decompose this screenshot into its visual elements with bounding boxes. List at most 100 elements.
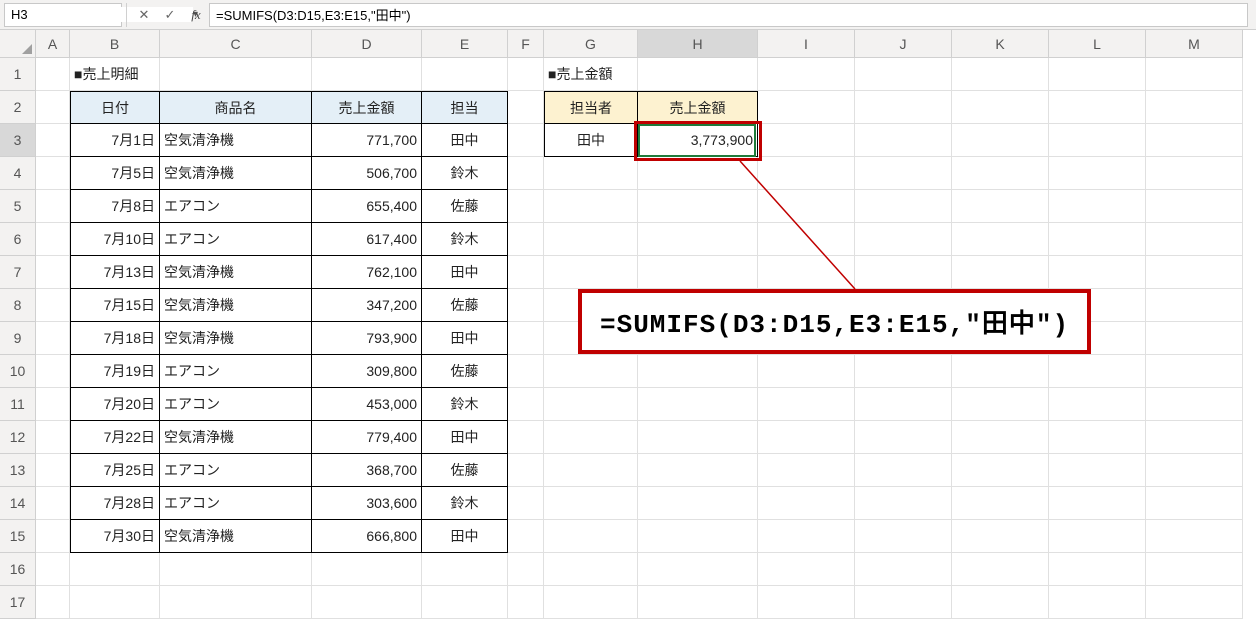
formula-input[interactable] [209, 3, 1248, 27]
cell-K4[interactable] [952, 157, 1049, 190]
cell-K1[interactable] [952, 58, 1049, 91]
cell-J16[interactable] [855, 553, 952, 586]
cell-H10[interactable] [638, 355, 758, 388]
col-header-F[interactable]: F [508, 30, 544, 58]
cell-A16[interactable] [36, 553, 70, 586]
cell-D17[interactable] [312, 586, 422, 619]
cell-I13[interactable] [758, 454, 855, 487]
accept-formula-button[interactable]: ✓ [157, 3, 183, 27]
row-header-5[interactable]: 5 [0, 190, 36, 223]
cell-C10[interactable]: エアコン [160, 355, 312, 388]
cell-M13[interactable] [1146, 454, 1243, 487]
cell-B10[interactable]: 7月19日 [70, 355, 160, 388]
cell-J12[interactable] [855, 421, 952, 454]
cell-E7[interactable]: 田中 [422, 256, 508, 289]
cell-K16[interactable] [952, 553, 1049, 586]
row-header-10[interactable]: 10 [0, 355, 36, 388]
cell-B5[interactable]: 7月8日 [70, 190, 160, 223]
cell-H2[interactable]: 売上金額 [638, 91, 758, 124]
cell-D12[interactable]: 779,400 [312, 421, 422, 454]
cell-E14[interactable]: 鈴木 [422, 487, 508, 520]
cell-E11[interactable]: 鈴木 [422, 388, 508, 421]
cell-A14[interactable] [36, 487, 70, 520]
cell-G14[interactable] [544, 487, 638, 520]
cell-B14[interactable]: 7月28日 [70, 487, 160, 520]
cell-C13[interactable]: エアコン [160, 454, 312, 487]
row-header-2[interactable]: 2 [0, 91, 36, 124]
cell-B8[interactable]: 7月15日 [70, 289, 160, 322]
cell-G6[interactable] [544, 223, 638, 256]
cell-C16[interactable] [160, 553, 312, 586]
cell-A10[interactable] [36, 355, 70, 388]
insert-function-button[interactable]: fx [183, 3, 209, 27]
cell-I5[interactable] [758, 190, 855, 223]
cell-J7[interactable] [855, 256, 952, 289]
cell-D7[interactable]: 762,100 [312, 256, 422, 289]
cell-E2[interactable]: 担当 [422, 91, 508, 124]
cell-B16[interactable] [70, 553, 160, 586]
cell-D15[interactable]: 666,800 [312, 520, 422, 553]
cell-A2[interactable] [36, 91, 70, 124]
cell-A8[interactable] [36, 289, 70, 322]
col-header-C[interactable]: C [160, 30, 312, 58]
cell-A12[interactable] [36, 421, 70, 454]
col-header-M[interactable]: M [1146, 30, 1243, 58]
cell-I1[interactable] [758, 58, 855, 91]
cell-B12[interactable]: 7月22日 [70, 421, 160, 454]
cell-A1[interactable] [36, 58, 70, 91]
cell-M16[interactable] [1146, 553, 1243, 586]
row-header-1[interactable]: 1 [0, 58, 36, 91]
cell-L7[interactable] [1049, 256, 1146, 289]
cell-A7[interactable] [36, 256, 70, 289]
cell-G1[interactable]: ■売上金額 [544, 58, 638, 91]
cell-F13[interactable] [508, 454, 544, 487]
cell-I12[interactable] [758, 421, 855, 454]
cell-M8[interactable] [1146, 289, 1243, 322]
cell-A15[interactable] [36, 520, 70, 553]
cell-H12[interactable] [638, 421, 758, 454]
cell-K13[interactable] [952, 454, 1049, 487]
cell-L13[interactable] [1049, 454, 1146, 487]
cell-B2[interactable]: 日付 [70, 91, 160, 124]
cell-F15[interactable] [508, 520, 544, 553]
cell-B3[interactable]: 7月1日 [70, 124, 160, 157]
cell-J11[interactable] [855, 388, 952, 421]
cell-M17[interactable] [1146, 586, 1243, 619]
col-header-B[interactable]: B [70, 30, 160, 58]
col-header-H[interactable]: H [638, 30, 758, 58]
cell-J6[interactable] [855, 223, 952, 256]
cell-D5[interactable]: 655,400 [312, 190, 422, 223]
cell-H7[interactable] [638, 256, 758, 289]
cell-E17[interactable] [422, 586, 508, 619]
row-header-13[interactable]: 13 [0, 454, 36, 487]
cell-G5[interactable] [544, 190, 638, 223]
cell-B17[interactable] [70, 586, 160, 619]
cell-C15[interactable]: 空気清浄機 [160, 520, 312, 553]
row-header-11[interactable]: 11 [0, 388, 36, 421]
cell-D9[interactable]: 793,900 [312, 322, 422, 355]
col-header-D[interactable]: D [312, 30, 422, 58]
cell-D11[interactable]: 453,000 [312, 388, 422, 421]
cell-J15[interactable] [855, 520, 952, 553]
cell-F16[interactable] [508, 553, 544, 586]
cell-L16[interactable] [1049, 553, 1146, 586]
cell-E6[interactable]: 鈴木 [422, 223, 508, 256]
cell-F14[interactable] [508, 487, 544, 520]
row-header-16[interactable]: 16 [0, 553, 36, 586]
cell-A9[interactable] [36, 322, 70, 355]
cell-G13[interactable] [544, 454, 638, 487]
cell-A11[interactable] [36, 388, 70, 421]
cell-J5[interactable] [855, 190, 952, 223]
cell-J4[interactable] [855, 157, 952, 190]
cell-C8[interactable]: 空気清浄機 [160, 289, 312, 322]
cell-G3[interactable]: 田中 [544, 124, 638, 157]
cell-M7[interactable] [1146, 256, 1243, 289]
row-header-9[interactable]: 9 [0, 322, 36, 355]
cell-M2[interactable] [1146, 91, 1243, 124]
cell-B4[interactable]: 7月5日 [70, 157, 160, 190]
row-header-8[interactable]: 8 [0, 289, 36, 322]
cell-M15[interactable] [1146, 520, 1243, 553]
cell-H17[interactable] [638, 586, 758, 619]
cell-J10[interactable] [855, 355, 952, 388]
cell-C2[interactable]: 商品名 [160, 91, 312, 124]
